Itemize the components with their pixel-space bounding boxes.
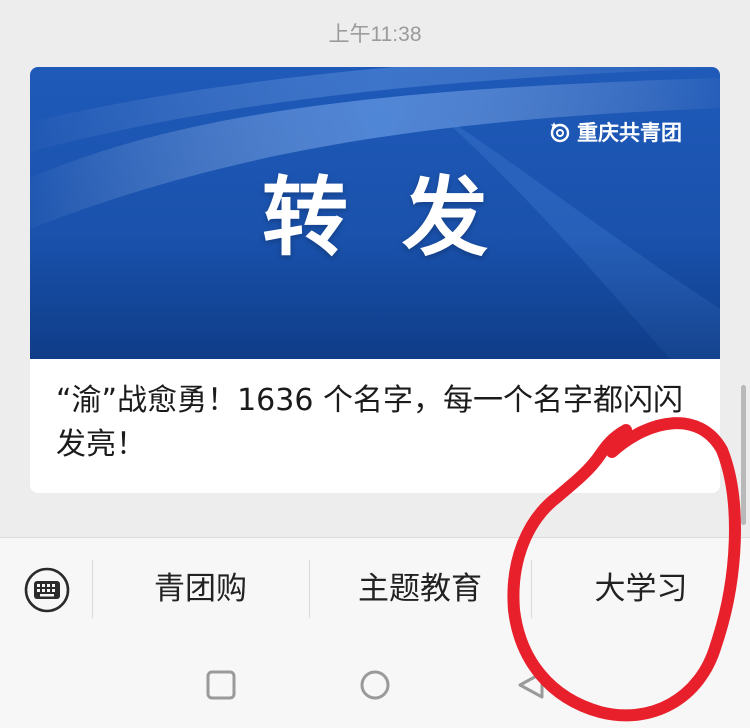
triangle-back-icon — [518, 671, 544, 699]
banner-title: 转发 — [262, 168, 542, 268]
menu-item-theme-education[interactable]: 主题教育 — [310, 568, 530, 610]
scrollbar-thumb[interactable] — [741, 385, 746, 525]
back-button[interactable] — [514, 668, 548, 702]
brand-logo: 重庆共青团 — [549, 117, 682, 147]
system-navigation-bar — [0, 638, 750, 728]
article-banner: 重庆共青团 转发 — [30, 67, 720, 359]
circle-icon — [360, 670, 390, 700]
keyboard-toggle-button[interactable] — [22, 565, 72, 615]
at-star-logo-icon — [549, 121, 571, 143]
chat-screen: 上午11:38 重庆共青团 转发 “渝”战愈勇！1636 个名字，每一个名字都闪… — [0, 0, 750, 728]
menu-item-qingtuangou[interactable]: 青团购 — [93, 568, 308, 610]
message-timestamp: 上午11:38 — [328, 23, 422, 46]
menu-item-big-study[interactable]: 大学习 — [532, 568, 750, 610]
square-icon — [206, 670, 236, 700]
brand-name: 重庆共青团 — [577, 121, 682, 145]
article-title: “渝”战愈勇！1636 个名字，每一个名字都闪闪发亮！ — [56, 383, 683, 462]
home-button[interactable] — [358, 668, 392, 702]
article-card[interactable]: 重庆共青团 转发 “渝”战愈勇！1636 个名字，每一个名字都闪闪发亮！ — [30, 67, 720, 493]
recents-button[interactable] — [204, 668, 238, 702]
official-account-menu: 青团购 主题教育 大学习 — [0, 537, 750, 638]
keyboard-icon — [24, 567, 70, 613]
